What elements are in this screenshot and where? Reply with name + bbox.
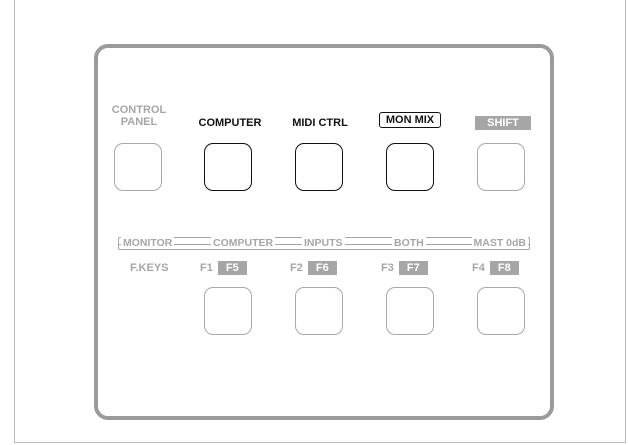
fkey-2-label: F2 F6 [290, 261, 337, 275]
mon-mix-button[interactable] [386, 143, 434, 191]
shift-button[interactable] [477, 143, 525, 191]
fkey-2-alt-badge: F6 [307, 261, 337, 275]
fkey-1-text: F1 [200, 262, 213, 274]
computer-button[interactable] [204, 143, 252, 191]
control-panel-surface [94, 44, 554, 420]
f3-f7-button[interactable] [386, 287, 434, 335]
fkeys-label: F.KEYS [130, 262, 169, 274]
midi-ctrl-label: MIDI CTRL [292, 117, 348, 129]
shift-label: SHIFT [475, 116, 531, 130]
shift-badge: SHIFT [475, 116, 531, 130]
fkey-4-text: F4 [472, 262, 485, 274]
fkey-4-label: F4 F8 [472, 261, 519, 275]
control-panel-label: CONTROL PANEL [108, 104, 170, 128]
fkey-3-text: F3 [381, 262, 394, 274]
fkey-3-label: F3 F7 [381, 261, 428, 275]
midi-ctrl-button[interactable] [295, 143, 343, 191]
strip-both-label: BOTH [392, 237, 426, 249]
fkey-2-text: F2 [290, 262, 303, 274]
fkey-1-label: F1 F5 [200, 261, 247, 275]
strip-inputs-label: INPUTS [302, 237, 345, 249]
computer-label: COMPUTER [198, 117, 262, 129]
fkey-1-alt-badge: F5 [217, 261, 247, 275]
mon-mix-label-text: MON MIX [378, 112, 442, 128]
fkey-3-alt-badge: F7 [398, 261, 428, 275]
control-panel-button[interactable] [114, 143, 162, 191]
monitor-source-strip: MONITOR COMPUTER INPUTS BOTH MAST 0dB [118, 237, 530, 250]
monitor-label: MONITOR [121, 237, 175, 249]
f1-f5-button[interactable] [204, 287, 252, 335]
mon-mix-label: MON MIX [373, 112, 447, 128]
f2-f6-button[interactable] [295, 287, 343, 335]
strip-mast-label: MAST 0dB [471, 237, 528, 249]
control-panel-label-line1: CONTROL [111, 104, 167, 116]
fkey-4-alt-badge: F8 [489, 261, 519, 275]
control-panel-label-line2: PANEL [120, 116, 158, 128]
f4-f8-button[interactable] [477, 287, 525, 335]
strip-computer-label: COMPUTER [211, 237, 276, 249]
